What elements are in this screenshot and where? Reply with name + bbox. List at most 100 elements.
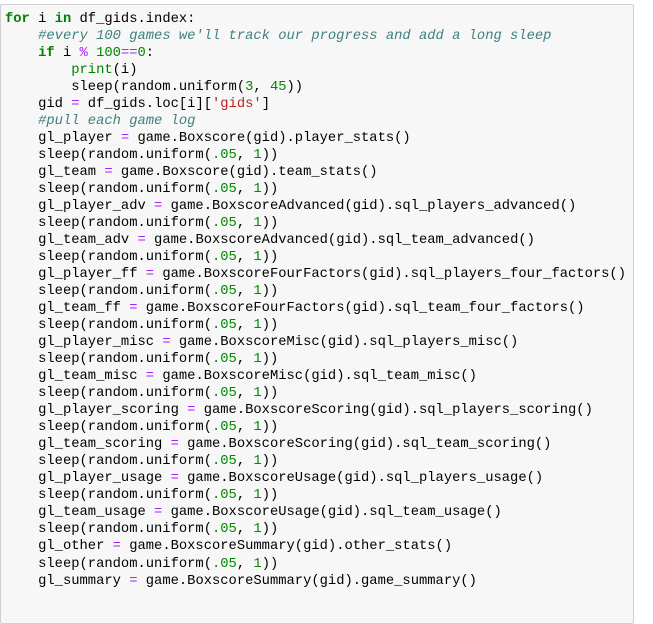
code-editor[interactable]: for i in df_gids.index: #every 100 games… [5,11,626,590]
code-text: gl_player_adv [5,199,155,215]
code-line: gid = df_gids.loc[i]['gids'] [5,96,626,113]
code-text: game.BoxscoreSummary(gid).game_summary() [137,573,477,589]
code-line: gl_team_misc = game.BoxscoreMisc(gid).sq… [5,368,626,385]
number-token: 1 [253,250,262,266]
operator-token: = [104,165,113,181]
operator-token: = [137,233,146,249]
code-text: )) [261,386,279,402]
code-line: gl_player_misc = game.BoxscoreMisc(gid).… [5,334,626,351]
code-text: game.Boxscore(gid).team_stats() [112,165,378,181]
code-text: game.BoxscoreUsage(gid).sql_team_usage() [162,505,502,521]
number-token: 100 [96,46,121,62]
code-text: )) [261,488,279,504]
code-text: sleep(random.uniform( [5,182,212,198]
number-token: .05 [212,284,237,300]
number-token: 1 [253,420,262,436]
code-line: gl_team_ff = game.BoxscoreFourFactors(gi… [5,300,626,317]
comment-token: #every 100 games we'll track our progres… [38,29,552,45]
code-text: , [236,352,254,368]
code-text: game.BoxscoreAdvanced(gid).sql_players_a… [162,199,577,215]
code-text: gl_player [5,131,121,147]
code-text: gl_player_usage [5,471,171,487]
code-text: gid [5,97,72,113]
code-line: sleep(random.uniform(.05, 1)) [5,453,626,470]
code-text: gl_player_ff [5,267,146,283]
operator-token: = [170,437,179,453]
code-cell[interactable]: for i in df_gids.index: #every 100 games… [0,4,634,624]
code-line: gl_team_adv = game.BoxscoreAdvanced(gid)… [5,232,626,249]
code-line: sleep(random.uniform(.05, 1)) [5,147,626,164]
code-line: sleep(random.uniform(3, 45)) [5,79,626,96]
code-text: , [236,318,254,334]
code-text: i [29,12,55,27]
code-line: gl_player_scoring = game.BoxscoreScoring… [5,402,626,419]
code-text: sleep(random.uniform( [5,80,246,96]
code-line: sleep(random.uniform(.05, 1)) [5,283,626,300]
code-text: sleep(random.uniform( [5,420,212,436]
operator-token: = [120,131,130,147]
code-text: , [236,420,254,436]
code-text: gl_summary [5,573,130,589]
code-text: )) [261,556,279,572]
code-text: )) [261,182,279,198]
code-text: , [236,284,254,300]
number-token: 1 [253,284,262,300]
code-text: game.BoxscoreSummary(gid).other_stats() [120,539,453,555]
number-token: 45 [269,80,287,96]
code-text: , [236,454,254,470]
code-text: game.BoxscoreMisc(gid).sql_team_misc() [154,369,477,385]
code-line: gl_other = game.BoxscoreSummary(gid).oth… [5,538,626,555]
code-text: game.BoxscoreScoring(gid).sql_team_scori… [178,437,552,453]
number-token: 1 [253,556,262,572]
code-line: if i % 100==0: [5,45,626,62]
code-line: gl_team_scoring = game.BoxscoreScoring(g… [5,436,626,453]
builtin-token: print [71,63,113,79]
number-token: .05 [212,454,237,470]
number-token: .05 [212,420,237,436]
code-text: sleep(random.uniform( [5,488,212,504]
code-text: , [236,216,254,232]
code-text: sleep(random.uniform( [5,556,212,572]
comment-token: #pull each game log [38,114,196,130]
code-text: df_gids.loc[i][ [79,97,213,113]
code-text: , [236,386,254,402]
code-line: gl_summary = game.BoxscoreSummary(gid).g… [5,573,626,590]
code-line: sleep(random.uniform(.05, 1)) [5,385,626,402]
string-token: 'gids' [212,97,262,113]
code-text: )) [261,522,279,538]
operator-token: = [145,369,155,385]
code-line: gl_player = game.Boxscore(gid).player_st… [5,130,626,147]
operator-token: = [112,539,121,555]
code-text: )) [261,250,279,266]
number-token: .05 [212,488,237,504]
code-text: game.BoxscoreMisc(gid).sql_players_misc(… [170,335,519,351]
number-token: 1 [253,522,262,538]
code-text: , [236,182,254,198]
code-text: df_gids.index: [71,12,196,27]
code-text: gl_player_misc [5,335,163,351]
number-token: .05 [212,182,237,198]
code-text: )) [261,216,279,232]
operator-token: == [120,46,138,62]
code-line: #every 100 games we'll track our progres… [5,28,626,45]
code-text: , [253,80,270,96]
code-text: gl_team_usage [5,505,155,521]
number-token: .05 [212,556,237,572]
code-line: sleep(random.uniform(.05, 1)) [5,521,626,538]
keyword-token: for [5,12,30,27]
code-text: game.BoxscoreScoring(gid).sql_players_sc… [195,403,593,419]
code-text: gl_team_ff [5,301,130,317]
code-text: )) [261,420,279,436]
number-token: 1 [253,386,262,402]
keyword-token: if [38,46,55,62]
code-text: sleep(random.uniform( [5,318,212,334]
operator-token: = [162,335,171,351]
code-text: game.BoxscoreAdvanced(gid).sql_team_adva… [145,233,535,249]
code-text: )) [261,148,279,164]
code-text: ] [261,97,270,113]
code-text: sleep(random.uniform( [5,148,212,164]
